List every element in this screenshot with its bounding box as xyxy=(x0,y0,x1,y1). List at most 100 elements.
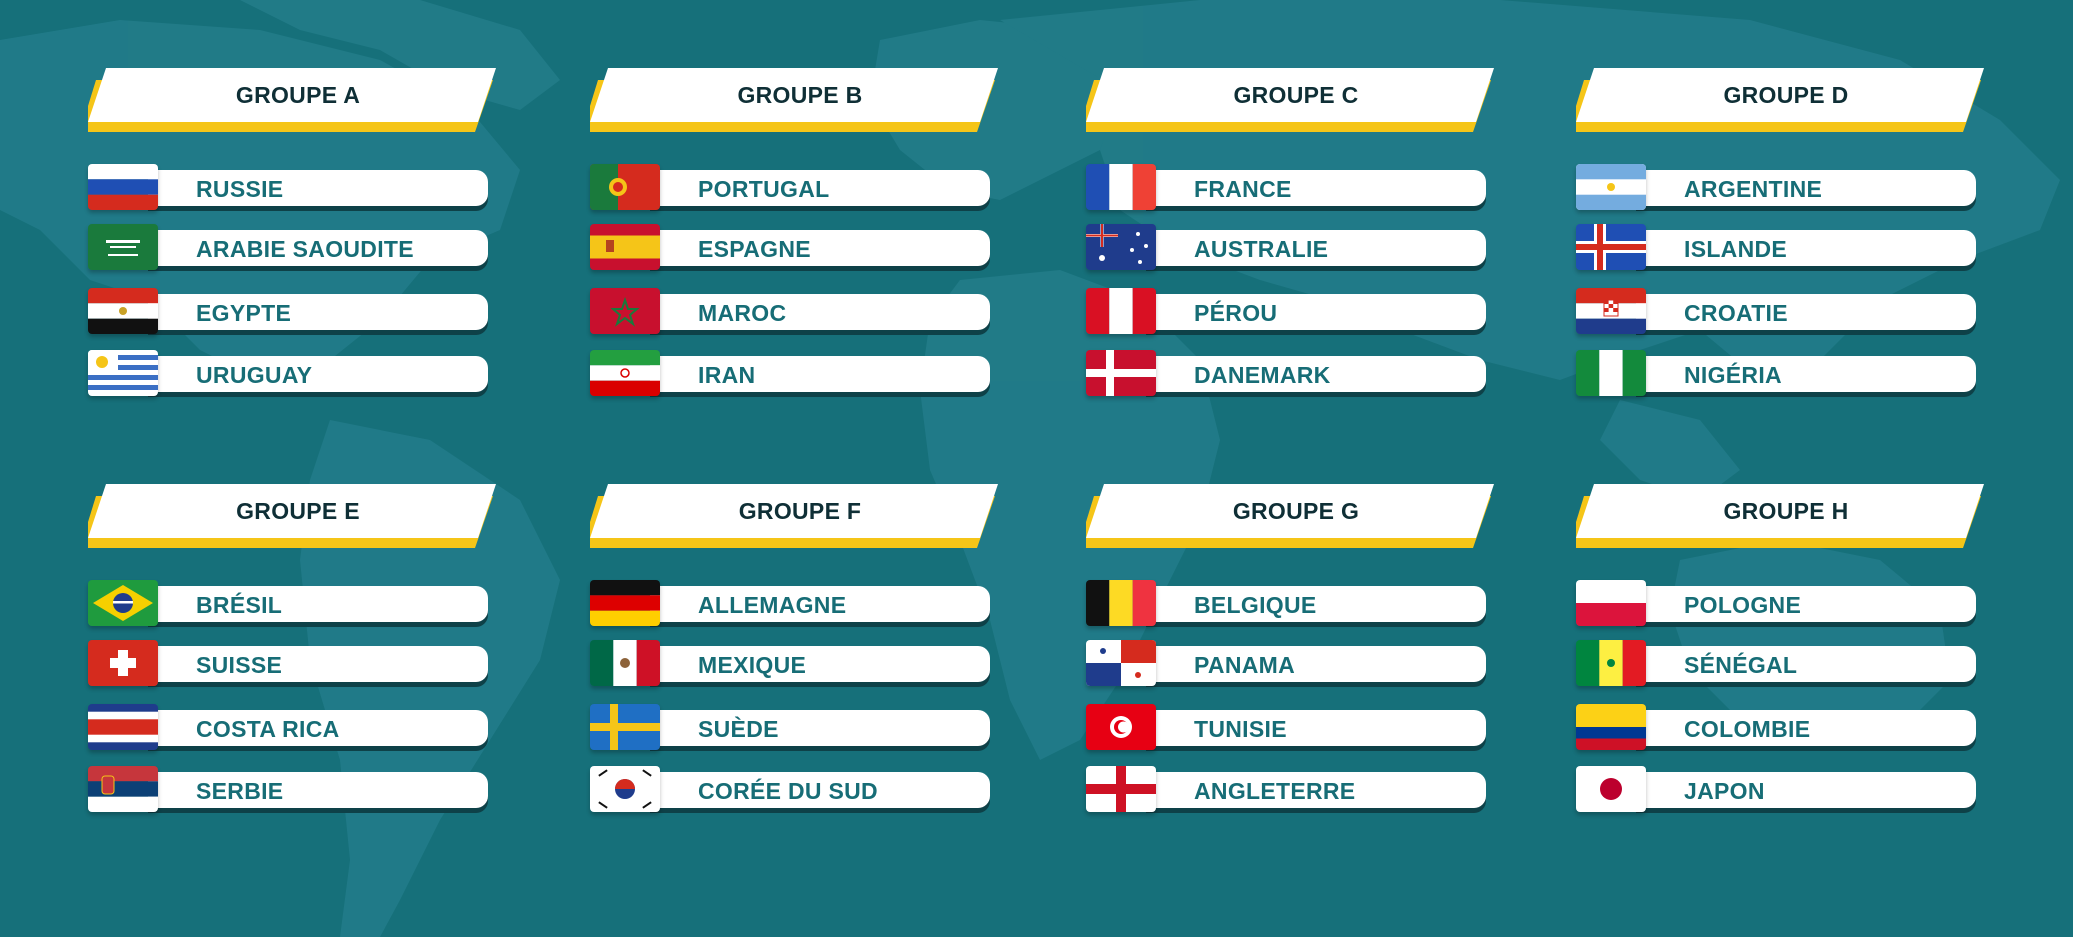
group-groupe-c: GROUPE C FRANCE AUSTRALIE PÉROU DANEMARK xyxy=(1086,68,1506,408)
team-espagne: ESPAGNE xyxy=(590,224,1010,270)
flag-spain-icon xyxy=(590,224,660,270)
flag-switzerland-icon xyxy=(88,640,158,686)
team-suisse: SUISSE xyxy=(88,640,508,686)
group-title: GROUPE B xyxy=(737,82,863,108)
flag-australia-icon xyxy=(1086,224,1156,270)
group-title: GROUPE A xyxy=(235,82,361,108)
team-name: FRANCE xyxy=(1194,176,1292,202)
flag-egypt-icon xyxy=(88,288,158,334)
flag-sweden-icon xyxy=(590,704,660,750)
flag-argentina-icon xyxy=(1576,164,1646,210)
team-name: NIGÉRIA xyxy=(1684,362,1782,388)
team-argentine: ARGENTINE xyxy=(1576,164,1996,210)
group-groupe-h: GROUPE H POLOGNE SÉNÉGAL COLOMBIE JAPON xyxy=(1576,484,1996,824)
flag-brazil-icon xyxy=(88,580,158,626)
team-name: CORÉE DU SUD xyxy=(698,778,878,804)
group-header: GROUPE B xyxy=(590,68,1010,138)
team-russie: RUSSIE xyxy=(88,164,508,210)
group-title: GROUPE H xyxy=(1723,498,1849,524)
flag-england-icon xyxy=(1086,766,1156,812)
flag-belgium-icon xyxy=(1086,580,1156,626)
flag-senegal-icon xyxy=(1576,640,1646,686)
team-name: ALLEMAGNE xyxy=(698,592,847,618)
flag-peru-icon xyxy=(1086,288,1156,334)
team-name: PORTUGAL xyxy=(698,176,830,202)
team-name: COLOMBIE xyxy=(1684,716,1811,742)
flag-germany-icon xyxy=(590,580,660,626)
team-uruguay: URUGUAY xyxy=(88,350,508,396)
group-groupe-f: GROUPE F ALLEMAGNE MEXIQUE SUÈDE CORÉE DU SU… xyxy=(590,484,1010,824)
team-egypte: EGYPTE xyxy=(88,288,508,334)
team-perou: PÉROU xyxy=(1086,288,1506,334)
team-islande: ISLANDE xyxy=(1576,224,1996,270)
team-arabie-saoudite: ARABIE SAOUDITE xyxy=(88,224,508,270)
team-name: RUSSIE xyxy=(196,176,284,202)
flag-costa-rica-icon xyxy=(88,704,158,750)
team-name: SÉNÉGAL xyxy=(1684,652,1798,678)
flag-nigeria-icon xyxy=(1576,350,1646,396)
team-name: URUGUAY xyxy=(196,362,313,388)
team-suede: SUÈDE xyxy=(590,704,1010,750)
team-tunisie: TUNISIE xyxy=(1086,704,1506,750)
flag-portugal-icon xyxy=(590,164,660,210)
team-mexique: MEXIQUE xyxy=(590,640,1010,686)
flag-denmark-icon xyxy=(1086,350,1156,396)
team-name: SERBIE xyxy=(196,778,284,804)
team-pologne: POLOGNE xyxy=(1576,580,1996,626)
team-colombie: COLOMBIE xyxy=(1576,704,1996,750)
flag-tunisia-icon xyxy=(1086,704,1156,750)
group-groupe-d: GROUPE D ARGENTINE ISLANDE CROATIE NIGÉRIA xyxy=(1576,68,1996,408)
group-title: GROUPE C xyxy=(1233,82,1359,108)
team-portugal: PORTUGAL xyxy=(590,164,1010,210)
team-name: JAPON xyxy=(1684,778,1765,804)
flag-iran-icon xyxy=(590,350,660,396)
team-france: FRANCE xyxy=(1086,164,1506,210)
team-name: MEXIQUE xyxy=(698,652,807,678)
team-allemagne: ALLEMAGNE xyxy=(590,580,1010,626)
team-panama: PANAMA xyxy=(1086,640,1506,686)
flag-france-icon xyxy=(1086,164,1156,210)
team-name: DANEMARK xyxy=(1194,362,1331,388)
flag-panama-icon xyxy=(1086,640,1156,686)
team-serbie: SERBIE xyxy=(88,766,508,812)
team-name: TUNISIE xyxy=(1194,716,1287,742)
team-name: POLOGNE xyxy=(1684,592,1802,618)
team-japon: JAPON xyxy=(1576,766,1996,812)
flag-uruguay-icon xyxy=(88,350,158,396)
group-header: GROUPE H xyxy=(1576,484,1996,554)
team-name: CROATIE xyxy=(1684,300,1788,326)
group-title: GROUPE D xyxy=(1723,82,1849,108)
group-title: GROUPE F xyxy=(738,498,862,524)
team-name: ISLANDE xyxy=(1684,236,1788,262)
team-costa-rica: COSTA RICA xyxy=(88,704,508,750)
team-name: ANGLETERRE xyxy=(1194,778,1356,804)
team-iran: IRAN xyxy=(590,350,1010,396)
team-belgique: BELGIQUE xyxy=(1086,580,1506,626)
team-name: PÉROU xyxy=(1194,300,1278,326)
team-name: ARGENTINE xyxy=(1684,176,1823,202)
team-name: AUSTRALIE xyxy=(1194,236,1329,262)
team-name: BELGIQUE xyxy=(1194,592,1317,618)
group-title: GROUPE G xyxy=(1232,498,1360,524)
flag-japan-icon xyxy=(1576,766,1646,812)
group-title: GROUPE E xyxy=(236,498,360,524)
flag-colombia-icon xyxy=(1576,704,1646,750)
team-senegal: SÉNÉGAL xyxy=(1576,640,1996,686)
flag-morocco-icon xyxy=(590,288,660,334)
group-groupe-b: GROUPE B PORTUGAL ESPAGNE MAROC IRAN xyxy=(590,68,1010,408)
team-australie: AUSTRALIE xyxy=(1086,224,1506,270)
flag-croatia-icon xyxy=(1576,288,1646,334)
team-croatie: CROATIE xyxy=(1576,288,1996,334)
team-name: EGYPTE xyxy=(196,300,292,326)
group-header: GROUPE A xyxy=(88,68,508,138)
group-groupe-e: GROUPE E BRÉSIL SUISSE COSTA RICA SERBIE xyxy=(88,484,508,824)
group-header: GROUPE C xyxy=(1086,68,1506,138)
group-header: GROUPE E xyxy=(88,484,508,554)
flag-serbia-icon xyxy=(88,766,158,812)
team-name: ESPAGNE xyxy=(698,236,811,262)
team-name: PANAMA xyxy=(1194,652,1296,678)
team-bresil: BRÉSIL xyxy=(88,580,508,626)
team-name: BRÉSIL xyxy=(196,592,283,618)
team-maroc: MAROC xyxy=(590,288,1010,334)
team-name: SUÈDE xyxy=(698,716,779,742)
